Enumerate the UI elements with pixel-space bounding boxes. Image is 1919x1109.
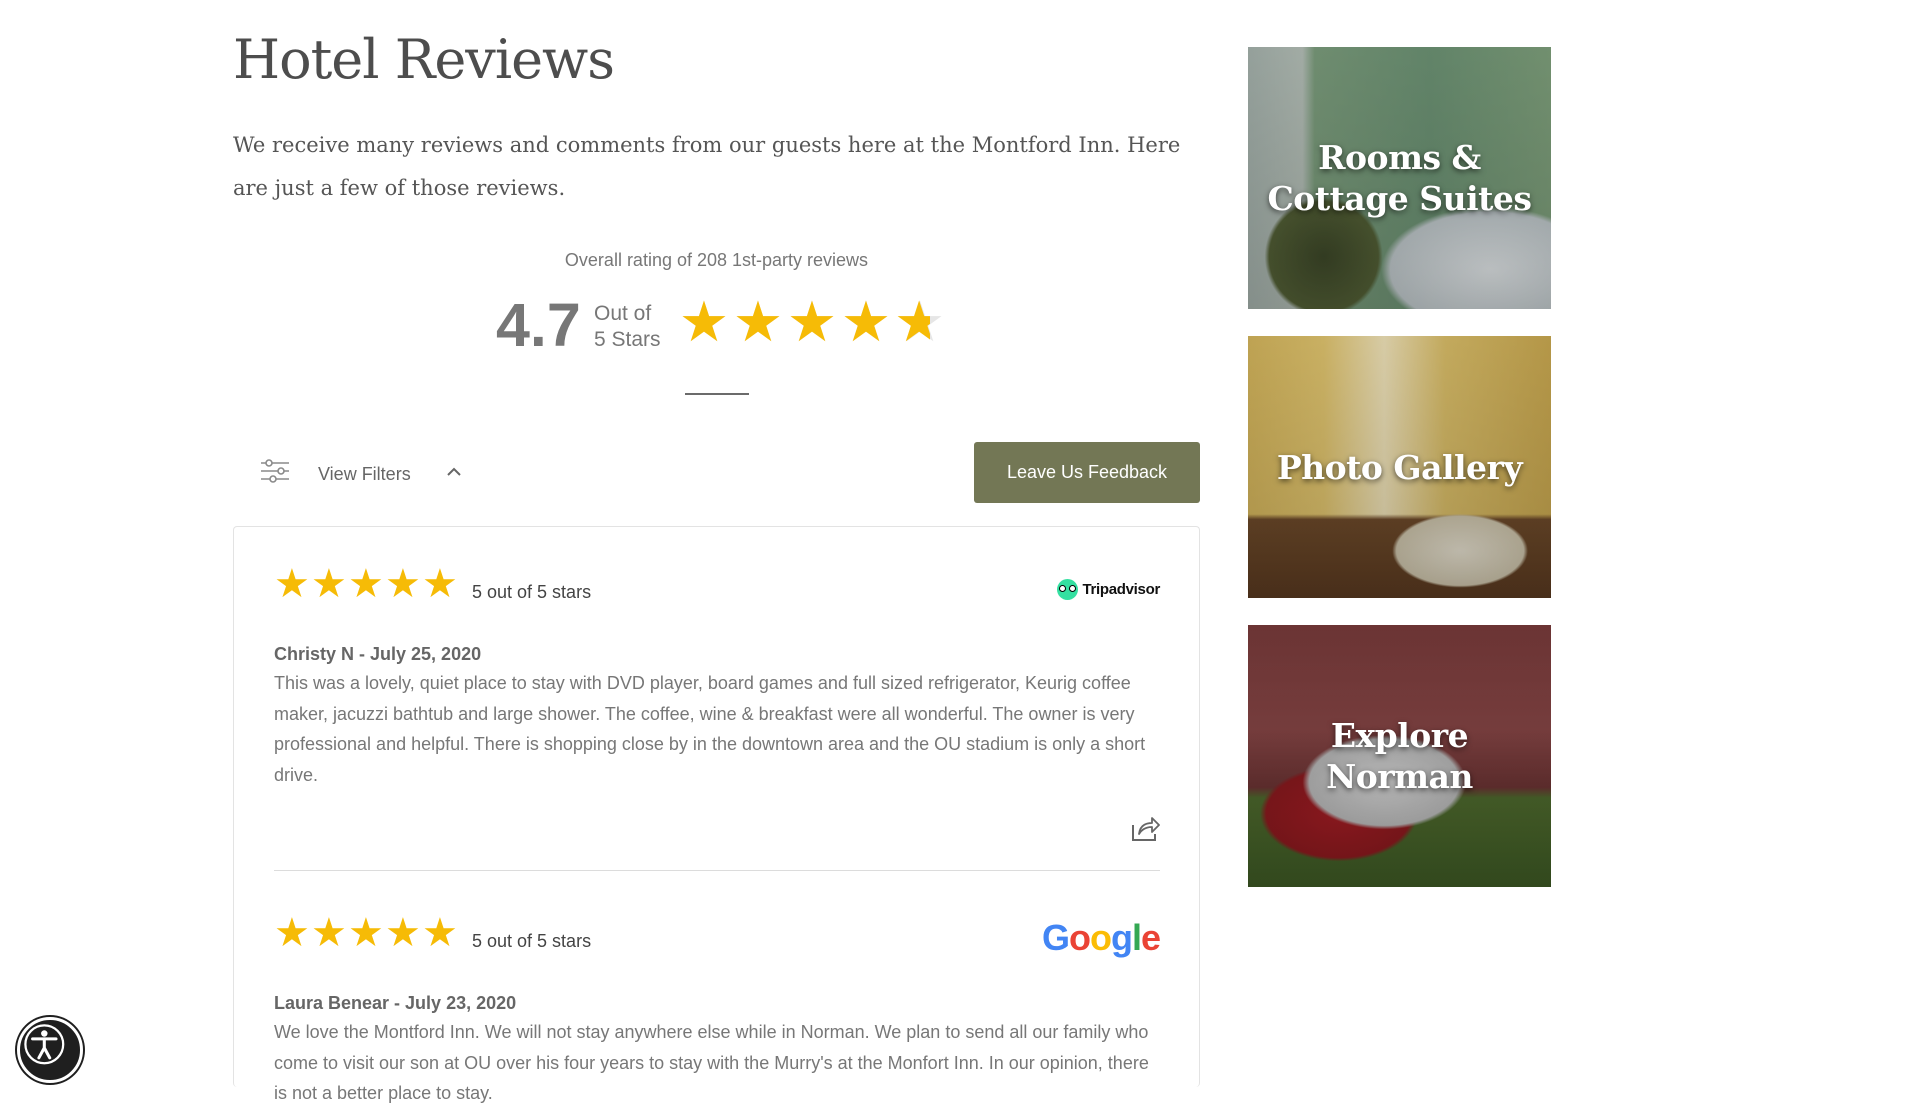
- google-logo[interactable]: Google: [1041, 917, 1161, 959]
- view-filters-toggle[interactable]: View Filters: [318, 464, 411, 485]
- review-rating-text: 5 out of 5 stars: [472, 931, 592, 951]
- star-icon: ★ ★: [732, 290, 784, 353]
- tile-explore-norman[interactable]: Explore Norman: [1248, 625, 1551, 887]
- review-item: ★ ★ ★ ★ ★ 5 out of 5 stars Tripadvisor Chris…: [274, 564, 1160, 864]
- star-icon: ★: [385, 911, 421, 955]
- google-letter: G: [1041, 917, 1070, 958]
- review-source: Tripadvisor: [1082, 580, 1160, 598]
- tile-rooms-cottage-suites[interactable]: Rooms & Cottage Suites: [1248, 47, 1551, 309]
- star-fill: ★: [840, 294, 892, 350]
- tile-label: Rooms & Cottage Suites: [1268, 137, 1532, 219]
- review-divider: [274, 870, 1160, 871]
- tile-label: Photo Gallery: [1276, 447, 1523, 488]
- rating-scale: Out of 5 Stars: [594, 301, 661, 353]
- star-icon: ★: [274, 562, 310, 606]
- accessibility-button[interactable]: [17, 1017, 83, 1083]
- google-letter: o: [1068, 917, 1091, 958]
- overall-stars: ★ ★ ★ ★ ★ ★ ★ ★ ★ ★: [678, 294, 946, 350]
- star-icon: ★: [348, 911, 384, 955]
- star-fill: ★: [786, 294, 838, 350]
- google-letter: o: [1089, 917, 1112, 958]
- review-author-date: Laura Benear - July 23, 2020: [274, 993, 517, 1013]
- star-icon: ★: [422, 562, 458, 606]
- tripadvisor-logo[interactable]: Tripadvisor: [1057, 578, 1160, 600]
- star-icon: ★: [311, 911, 347, 955]
- tile-label-line: Cottage Suites: [1267, 179, 1532, 218]
- review-item: ★ ★ ★ ★ ★ 5 out of 5 stars Google Laura Bene…: [274, 911, 1161, 1103]
- review-text: This was a lovely, quiet place to stay w…: [274, 673, 1146, 785]
- chevron-up-icon[interactable]: [446, 466, 462, 478]
- tile-label-line: Explore: [1330, 716, 1469, 755]
- star-fill: ★: [678, 294, 730, 350]
- rating-summary: Overall rating of 208 1st-party reviews …: [233, 250, 1200, 395]
- page-title: Hotel Reviews: [233, 28, 615, 91]
- review-text: We love the Montford Inn. We will not st…: [274, 1022, 1149, 1103]
- review-stars: ★ ★ ★ ★ ★: [274, 562, 458, 606]
- star-icon: ★ ★: [894, 290, 946, 353]
- share-icon[interactable]: [1130, 815, 1160, 843]
- google-letter: l: [1131, 917, 1142, 958]
- star-icon: ★: [422, 911, 458, 955]
- overall-rating: 4.7: [496, 291, 581, 359]
- star-icon: ★ ★: [678, 290, 730, 353]
- star-icon: ★: [385, 562, 421, 606]
- tile-photo-gallery[interactable]: Photo Gallery: [1248, 336, 1551, 598]
- star-icon: ★: [311, 562, 347, 606]
- summary-divider: [685, 393, 749, 395]
- star-fill: ★: [732, 294, 784, 350]
- star-icon: ★ ★: [786, 290, 838, 353]
- reviews-list: ★ ★ ★ ★ ★ 5 out of 5 stars Tripadvisor Chris…: [233, 526, 1200, 1103]
- tile-label-line: Norman: [1326, 757, 1473, 796]
- star-icon: ★ ★: [840, 290, 892, 353]
- tile-label-line: Photo Gallery: [1276, 447, 1523, 487]
- filter-sliders-icon[interactable]: [260, 459, 290, 483]
- star-icon: ★: [274, 911, 310, 955]
- tripadvisor-owl-icon: [1057, 578, 1079, 600]
- tile-label-line: Rooms &: [1318, 138, 1481, 177]
- accessibility-icon: [24, 1024, 65, 1065]
- leave-feedback-button[interactable]: Leave Us Feedback: [974, 442, 1200, 503]
- star-icon: ★: [348, 562, 384, 606]
- intro-text: We receive many reviews and comments fro…: [233, 133, 1181, 200]
- review-rating-text: 5 out of 5 stars: [472, 582, 592, 602]
- rating-caption: Overall rating of 208 1st-party reviews: [564, 250, 869, 270]
- rating-scale-line2: 5 Stars: [594, 328, 661, 351]
- review-stars: ★ ★ ★ ★ ★: [274, 911, 458, 955]
- star-fill: ★: [894, 294, 931, 350]
- google-letter: g: [1110, 917, 1133, 958]
- rating-scale-line1: Out of: [594, 302, 652, 325]
- filters-bar: View Filters Leave Us Feedback: [233, 442, 1200, 504]
- tile-label: Explore Norman: [1326, 715, 1473, 797]
- review-author-date: Christy N - July 25, 2020: [274, 644, 482, 664]
- google-letter: e: [1140, 917, 1161, 958]
